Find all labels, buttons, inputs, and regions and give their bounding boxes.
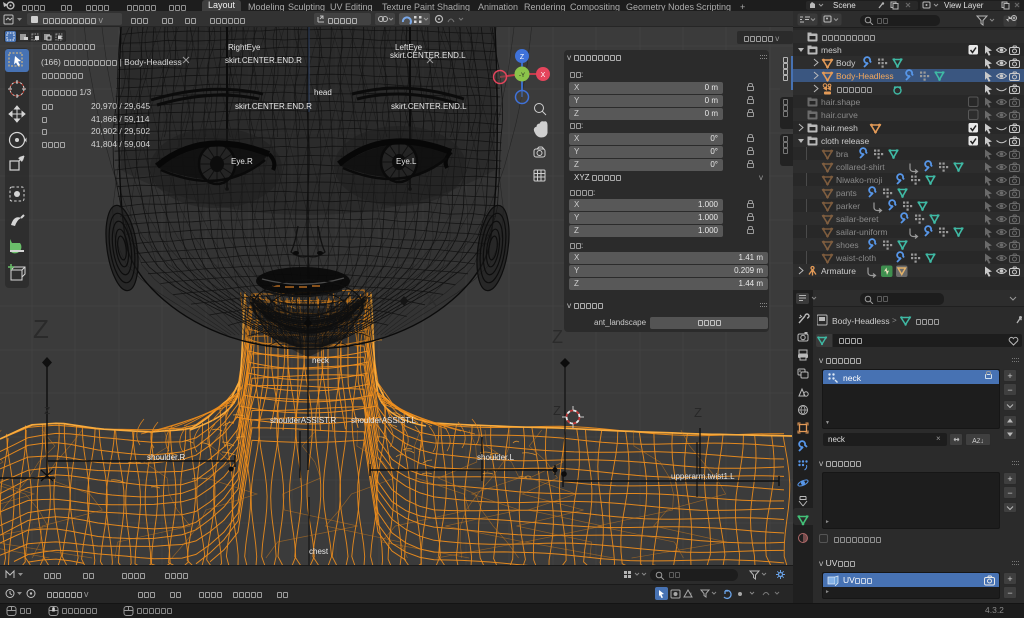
svg-text:Z: Z (520, 54, 525, 61)
svg-text:View Layer: View Layer (944, 1, 984, 10)
svg-text:-Y: -Y (519, 73, 525, 79)
svg-text:Scene: Scene (833, 1, 856, 10)
svg-text:X: X (541, 72, 546, 79)
